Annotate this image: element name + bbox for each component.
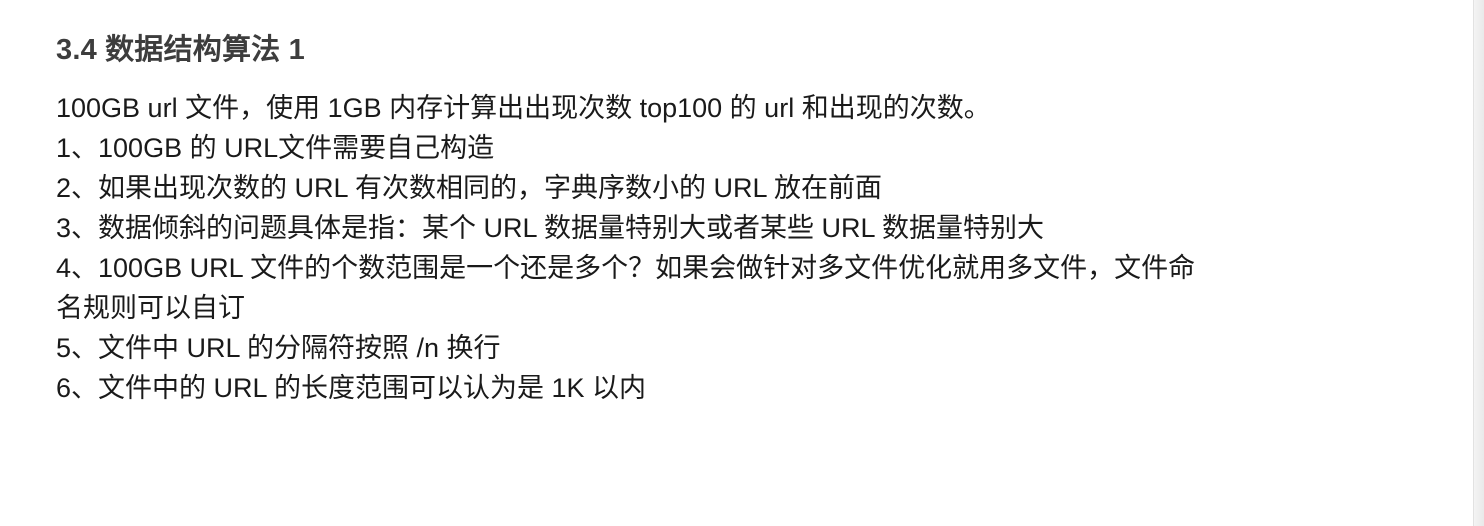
requirement-item-3: 3、数据倾斜的问题具体是指：某个 URL 数据量特别大或者某些 URL 数据量特…: [56, 213, 1045, 243]
scrollbar-track[interactable]: [1473, 0, 1484, 526]
requirement-item-4-continued: 名规则可以自订: [56, 293, 245, 323]
document-content: 3.4 数据结构算法 1 100GB url 文件，使用 1GB 内存计算出出现…: [56, 30, 1316, 408]
requirement-item-4: 4、100GB URL 文件的个数范围是一个还是多个？如果会做针对多文件优化就用…: [56, 253, 1196, 283]
intro-paragraph: 100GB url 文件，使用 1GB 内存计算出出现次数 top100 的 u…: [56, 93, 991, 123]
requirement-item-2: 2、如果出现次数的 URL 有次数相同的，字典序数小的 URL 放在前面: [56, 173, 883, 203]
requirement-item-1: 1、100GB 的 URL文件需要自己构造: [56, 133, 495, 163]
requirement-item-6: 6、文件中的 URL 的长度范围可以认为是 1K 以内: [56, 373, 647, 403]
problem-description: 100GB url 文件，使用 1GB 内存计算出出现次数 top100 的 u…: [56, 88, 1316, 408]
document-page: 3.4 数据结构算法 1 100GB url 文件，使用 1GB 内存计算出出现…: [0, 0, 1474, 526]
requirement-item-5: 5、文件中 URL 的分隔符按照 /n 换行: [56, 333, 501, 363]
section-title: 3.4 数据结构算法 1: [56, 34, 305, 66]
